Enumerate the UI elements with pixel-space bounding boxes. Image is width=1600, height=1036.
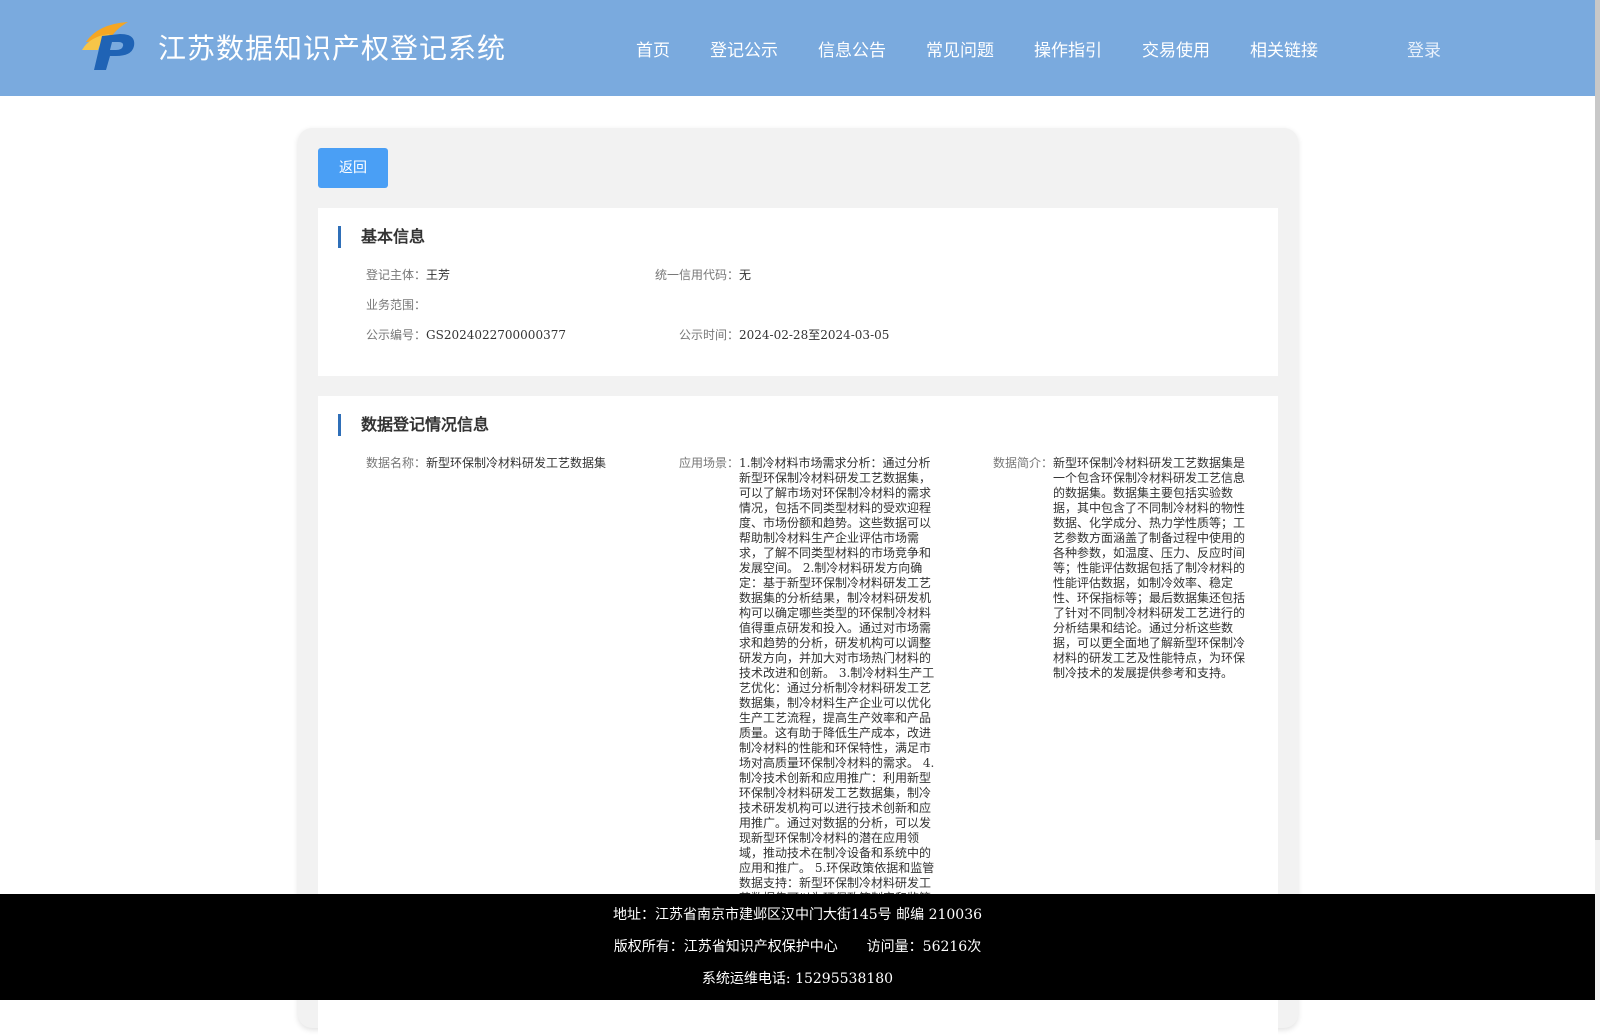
subject-value: 王芳 <box>426 268 451 282</box>
footer-phone: 系统运维电话: 15295538180 <box>701 971 894 987</box>
subject-label: 登记主体： <box>366 268 427 282</box>
basic-info-heading: 基本信息 <box>338 226 425 248</box>
footer-copyright: 版权所有：江苏省知识产权保护中心 <box>613 939 838 955</box>
publication-time-value: 2024-02-28至2024-03-05 <box>739 328 890 342</box>
login-link[interactable]: 登录 <box>1407 36 1441 61</box>
business-scope-field: 业务范围： <box>366 298 426 313</box>
credit-code-label: 统一信用代码： <box>655 268 740 282</box>
nav-faq[interactable]: 常见问题 <box>926 36 994 61</box>
credit-code-field: 统一信用代码：无 <box>655 268 751 283</box>
scrollbar-thumb[interactable] <box>1595 0 1600 840</box>
site-header: 江苏数据知识产权登记系统 首页 登记公示 信息公告 常见问题 操作指引 交易使用… <box>0 0 1595 96</box>
subject-field: 登记主体：王芳 <box>366 268 450 283</box>
data-name-value: 新型环保制冷材料研发工艺数据集 <box>426 456 607 470</box>
footer-copyright-row: 版权所有：江苏省知识产权保护中心 访问量：56216次 <box>0 936 1595 956</box>
site-footer: 地址：江苏省南京市建邺区汉中门大街145号 邮编 210036 版权所有：江苏省… <box>0 894 1595 1000</box>
summary-value: 新型环保制冷材料研发工艺数据集是一个包含环保制冷材料研发工艺信息的数据集。数据集… <box>1053 456 1246 680</box>
basic-info-panel: 基本信息 登记主体：王芳 统一信用代码：无 业务范围： 公示编号：GS20240… <box>318 208 1278 376</box>
publication-number-label: 公示编号： <box>366 328 427 342</box>
scenario-value: 1.制冷材料市场需求分析：通过分析新型环保制冷材料研发工艺数据集，可以了解市场对… <box>739 456 935 905</box>
nav-guide[interactable]: 操作指引 <box>1034 36 1102 61</box>
publication-number-value: GS2024022700000377 <box>426 328 566 342</box>
publication-time-label: 公示时间： <box>679 328 740 342</box>
nav-trading[interactable]: 交易使用 <box>1142 36 1210 61</box>
footer-address: 地址：江苏省南京市建邺区汉中门大街145号 邮编 210036 <box>612 907 983 923</box>
site-title[interactable]: 江苏数据知识产权登记系统 <box>158 27 506 67</box>
detail-card: 返回 基本信息 登记主体：王芳 统一信用代码：无 业务范围： 公示编号：GS20… <box>298 128 1298 1036</box>
scenario-label: 应用场景： <box>679 456 740 470</box>
credit-code-value: 无 <box>739 268 752 282</box>
publication-number-field: 公示编号：GS2024022700000377 <box>366 328 566 343</box>
nav-home[interactable]: 首页 <box>636 36 670 61</box>
footer-visits: 访问量：56216次 <box>866 939 982 955</box>
registration-info-heading: 数据登记情况信息 <box>338 414 489 436</box>
back-button[interactable]: 返回 <box>318 148 388 188</box>
data-name-field: 数据名称：新型环保制冷材料研发工艺数据集 <box>366 456 606 471</box>
business-scope-label: 业务范围： <box>366 298 427 312</box>
nav-links[interactable]: 相关链接 <box>1250 36 1318 61</box>
page-scrollbar[interactable] <box>1595 0 1600 1000</box>
nav-announcements[interactable]: 信息公告 <box>818 36 886 61</box>
summary-label: 数据简介： <box>993 456 1054 470</box>
publication-time-field: 公示时间：2024-02-28至2024-03-05 <box>679 328 889 343</box>
nav-registration-public[interactable]: 登记公示 <box>710 36 778 61</box>
data-name-label: 数据名称： <box>366 456 427 470</box>
site-logo-icon[interactable] <box>80 20 140 72</box>
